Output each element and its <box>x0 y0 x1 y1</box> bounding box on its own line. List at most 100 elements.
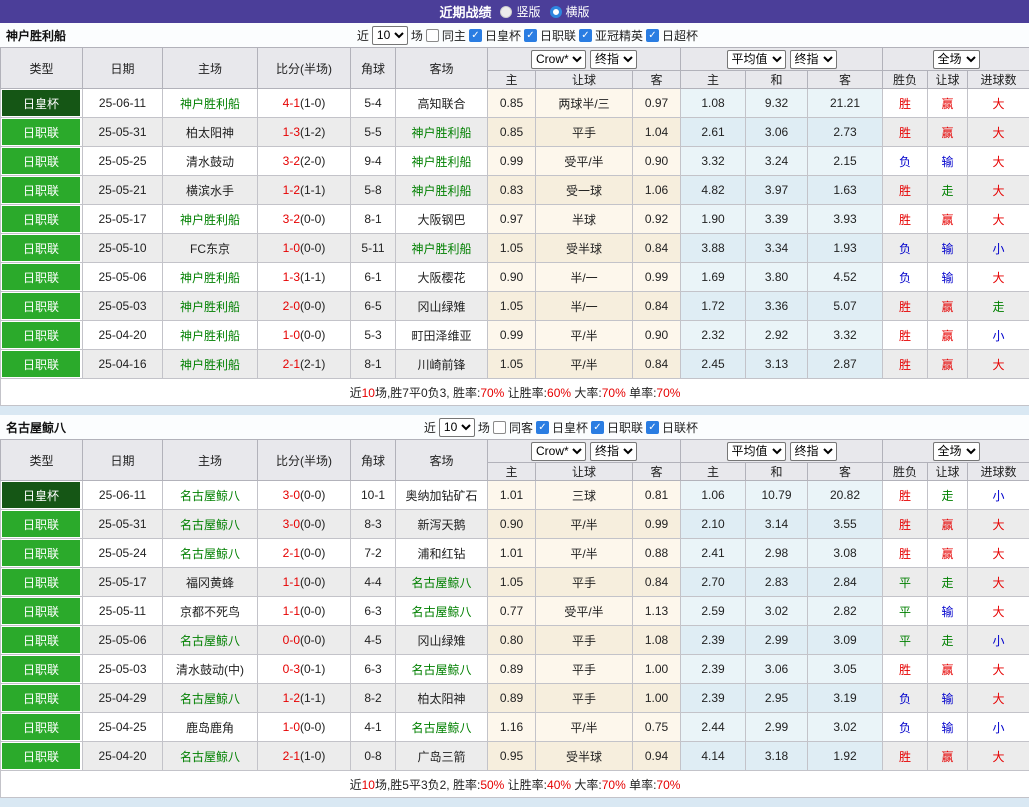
league-type-cell: 日职联 <box>1 147 83 176</box>
league-checkbox[interactable]: ✓ <box>524 29 537 42</box>
handicap-odds-value: 半/一 <box>536 263 633 292</box>
handicap-result: 输 <box>928 684 968 713</box>
odds-stage-select[interactable]: 终指 <box>590 50 637 69</box>
score-cell: 1-0(0-0) <box>258 713 351 742</box>
average-odds-value: 2.61 <box>681 118 746 147</box>
league-checkbox[interactable]: ✓ <box>536 421 549 434</box>
games-label: 场 <box>411 27 423 44</box>
sub-column-header: 客 <box>633 71 681 89</box>
league-type-cell: 日职联 <box>1 655 83 684</box>
handicap-odds-value: 1.13 <box>633 597 681 626</box>
average-odds-value: 2.39 <box>681 626 746 655</box>
league-checkbox[interactable]: ✓ <box>646 421 659 434</box>
summary-text: 近10场,胜7平0负3, 胜率:70% 让胜率:60% 大率:70% 单率:70… <box>1 379 1029 406</box>
away-team: 名古屋鲸八 <box>396 568 488 597</box>
league-checkbox[interactable]: ✓ <box>579 29 592 42</box>
match-row: 日职联25-04-29名古屋鲸八1-2(1-1)8-2柏太阳神0.89平手1.0… <box>1 684 1029 713</box>
column-header: 客场 <box>396 48 488 89</box>
scope-select[interactable]: 全场 <box>933 50 980 69</box>
column-header: 主场 <box>163 48 258 89</box>
handicap-result: 走 <box>928 626 968 655</box>
radio-selected-icon[interactable] <box>500 6 512 18</box>
average-odds-value: 3.80 <box>746 263 808 292</box>
win-draw-loss-result: 胜 <box>883 539 928 568</box>
league-type-cell: 日职联 <box>1 539 83 568</box>
handicap-odds-value: 平/半 <box>536 350 633 379</box>
same-venue-checkbox[interactable] <box>493 421 506 434</box>
match-date: 25-05-24 <box>83 539 163 568</box>
radio-unselected-icon[interactable] <box>550 6 562 18</box>
home-team: 横滨水手 <box>163 176 258 205</box>
avg-stage-select[interactable]: 终指 <box>790 442 837 461</box>
avg-source-select[interactable]: 平均值 <box>727 442 786 461</box>
handicap-odds-value: 0.94 <box>633 742 681 771</box>
handicap-result: 赢 <box>928 89 968 118</box>
match-date: 25-06-11 <box>83 89 163 118</box>
win-draw-loss-result: 胜 <box>883 118 928 147</box>
home-team: 神户胜利船 <box>163 205 258 234</box>
win-draw-loss-result: 胜 <box>883 176 928 205</box>
avg-stage-select[interactable]: 终指 <box>790 50 837 69</box>
match-date: 25-05-21 <box>83 176 163 205</box>
away-team: 神户胜利船 <box>396 176 488 205</box>
handicap-odds-value: 平/半 <box>536 510 633 539</box>
handicap-odds-value: 0.83 <box>488 176 536 205</box>
filter-controls: 近10场同客✓日皇杯✓日职联✓日联杯 <box>424 418 698 437</box>
league-checkbox[interactable]: ✓ <box>469 29 482 42</box>
goals-result: 大 <box>968 597 1029 626</box>
handicap-odds-value: 1.05 <box>488 292 536 321</box>
handicap-odds-value: 受平/半 <box>536 147 633 176</box>
away-team: 神户胜利船 <box>396 147 488 176</box>
home-team: 神户胜利船 <box>163 263 258 292</box>
win-draw-loss-result: 负 <box>883 234 928 263</box>
average-odds-value: 4.52 <box>808 263 883 292</box>
league-type-badge: 日职联 <box>2 656 80 682</box>
handicap-odds-value: 半球 <box>536 205 633 234</box>
match-row: 日职联25-04-20名古屋鲸八2-1(1-0)0-8广岛三箭0.95受半球0.… <box>1 742 1029 771</box>
handicap-result: 走 <box>928 568 968 597</box>
score-cell: 3-0(0-0) <box>258 481 351 510</box>
away-team: 神户胜利船 <box>396 234 488 263</box>
scope-select[interactable]: 全场 <box>933 442 980 461</box>
half-score: (1-1) <box>300 270 325 284</box>
handicap-odds-value: 1.08 <box>633 626 681 655</box>
team-name: 神户胜利船 <box>6 27 66 44</box>
league-type-cell: 日皇杯 <box>1 89 83 118</box>
full-score: 2-1 <box>283 546 300 560</box>
match-count-select[interactable]: 10 <box>372 26 408 45</box>
summary-segment: 70% <box>602 386 626 400</box>
handicap-result: 输 <box>928 263 968 292</box>
full-score: 1-1 <box>283 604 300 618</box>
corner-count: 5-11 <box>351 234 396 263</box>
match-row: 日皇杯25-06-11神户胜利船4-1(1-0)5-4高知联合0.85两球半/三… <box>1 89 1029 118</box>
league-checkbox[interactable]: ✓ <box>591 421 604 434</box>
summary-segment: 10 <box>362 778 375 792</box>
handicap-odds-value: 0.92 <box>633 205 681 234</box>
goals-result: 走 <box>968 292 1029 321</box>
win-draw-loss-result: 胜 <box>883 292 928 321</box>
handicap-odds-value: 1.05 <box>488 568 536 597</box>
handicap-result: 输 <box>928 234 968 263</box>
odds-stage-select[interactable]: 终指 <box>590 442 637 461</box>
match-row: 日职联25-04-16神户胜利船2-1(2-1)8-1川崎前锋1.05平/半0.… <box>1 350 1029 379</box>
match-date: 25-05-06 <box>83 263 163 292</box>
odds-source-select[interactable]: Crow* <box>531 50 586 69</box>
same-venue-checkbox[interactable] <box>426 29 439 42</box>
summary-segment: 场,胜7平0负3, 胜率: <box>375 386 480 400</box>
league-checkbox[interactable]: ✓ <box>646 29 659 42</box>
away-team: 新泻天鹅 <box>396 510 488 539</box>
league-checkbox-label: 日皇杯 <box>552 419 588 436</box>
handicap-odds-value: 0.77 <box>488 597 536 626</box>
layout-radio-horizontal[interactable]: 横版 <box>550 3 590 20</box>
avg-source-select[interactable]: 平均值 <box>727 50 786 69</box>
average-odds-value: 3.14 <box>746 510 808 539</box>
odds-group-header: 全场 <box>883 440 1029 463</box>
corner-count: 8-1 <box>351 350 396 379</box>
goals-result: 大 <box>968 742 1029 771</box>
odds-source-select[interactable]: Crow* <box>531 442 586 461</box>
handicap-odds-value: 0.84 <box>633 292 681 321</box>
match-count-select[interactable]: 10 <box>439 418 475 437</box>
handicap-odds-value: 0.85 <box>488 89 536 118</box>
win-draw-loss-result: 负 <box>883 147 928 176</box>
layout-radio-vertical[interactable]: 竖版 <box>500 3 540 20</box>
